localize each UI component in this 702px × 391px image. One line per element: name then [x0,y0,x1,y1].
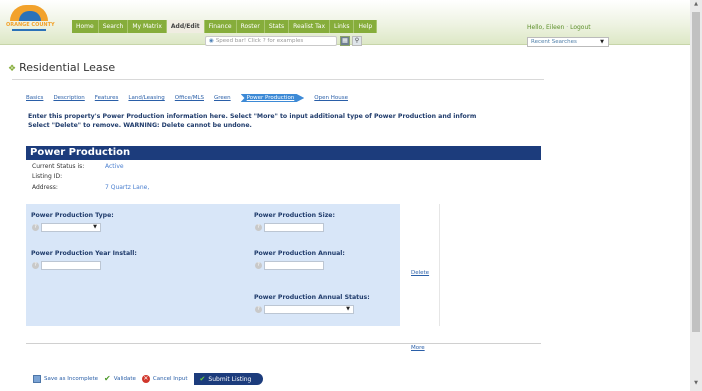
tab-open-house[interactable]: Open House [314,95,348,101]
address-label: Address: [32,184,58,191]
search-icon: ◉ [209,38,214,44]
divider [12,79,544,80]
cancel-input-label: Cancel Input [152,376,188,382]
magnifier-icon[interactable]: ⚲ [352,36,362,46]
logo[interactable]: ORANGE COUNTY [6,5,66,35]
help-icon[interactable]: ? [255,262,262,269]
submit-listing-label: Submit Listing [208,375,252,383]
recent-searches-label: Recent Searches [531,39,577,45]
step-tabs: Basics Description Features Land/Leasing Off… [26,93,358,103]
recent-searches-dropdown[interactable]: Recent Searches ▼ [527,37,609,47]
delete-link[interactable]: Delete [411,270,429,276]
nav-item-home[interactable]: Home [72,20,99,33]
address-value: 7 Quartz Lane, [105,184,150,191]
scrollbar-thumb[interactable] [692,12,700,332]
page-title: ❖ Residential Lease [8,61,115,74]
save-incomplete-button[interactable]: Save as Incomplete [33,375,98,383]
tab-features[interactable]: Features [95,95,119,101]
scroll-up-icon[interactable]: ▲ [690,1,702,11]
save-icon [33,375,41,383]
chevron-down-icon: ▼ [600,39,604,45]
chevron-down-icon: ▼ [346,306,350,312]
help-icon[interactable]: ? [32,224,39,231]
instructions-line-1: Enter this property's Power Production i… [28,113,477,120]
current-status-value: Active [105,163,124,170]
divider [26,343,541,344]
speed-bar-input[interactable]: ◉ Speed bar! Click ? for examples [205,36,337,46]
logo-text: ORANGE COUNTY [6,22,55,28]
save-incomplete-label: Save as Incomplete [44,376,99,382]
logout-link[interactable]: Logout [570,24,591,31]
listing-id-row: Listing ID: [32,173,62,180]
help-icon[interactable]: ? [32,262,39,269]
current-status-label: Current Status is: [32,163,85,170]
section-title: Power Production [26,146,541,160]
tab-green[interactable]: Green [214,95,231,101]
main-nav: Home Search My Matrix Add/Edit Finance Roster… [72,20,378,33]
scroll-down-icon[interactable]: ▼ [690,380,702,390]
nav-item-links[interactable]: Links [330,20,355,33]
nav-item-search[interactable]: Search [98,20,129,33]
check-icon: ✔ [199,375,206,383]
power-production-year-input[interactable] [41,261,101,270]
annual-status-label: Power Production Annual Status: [254,294,370,301]
tab-description[interactable]: Description [53,95,84,101]
power-production-type-select[interactable]: ▼ [41,223,101,232]
nav-item-my-matrix[interactable]: My Matrix [128,20,167,33]
help-icon[interactable]: ? [255,306,262,313]
cancel-input-button[interactable]: ✕ Cancel Input [141,375,188,383]
address-row: Address: 7 Quartz Lane, [32,184,149,191]
user-greeting: Hello, Eileen · Logout [527,24,591,31]
size-label: Power Production Size: [254,212,335,219]
page-title-text: Residential Lease [19,61,116,74]
nav-item-help[interactable]: Help [354,20,378,33]
nav-item-realist-tax[interactable]: Realist Tax [289,20,331,33]
diamond-icon: ❖ [8,64,17,74]
tab-power-production[interactable]: Power Production [240,94,305,102]
submit-listing-button[interactable]: ✔ Submit Listing [193,373,264,385]
year-install-label: Power Production Year Install: [31,250,137,257]
instructions: Enter this property's Power Production i… [28,112,548,130]
more-link[interactable]: More [411,345,425,351]
vertical-scrollbar[interactable]: ▲ ▼ [690,0,702,391]
nav-item-add-edit[interactable]: Add/Edit [166,20,205,33]
instructions-line-2: Select "Delete" to remove. WARNING: Dele… [28,122,252,129]
annual-label: Power Production Annual: [254,250,345,257]
help-icon[interactable]: ? [255,224,262,231]
logo-underline [12,29,46,31]
validate-label: Validate [113,376,136,382]
current-status-row: Current Status is: Active [32,163,124,170]
speed-bar-placeholder: Speed bar! Click ? for examples [215,38,304,44]
power-production-annual-status-select[interactable]: ▼ [264,305,354,314]
keyboard-icon[interactable]: ▦ [340,36,350,46]
top-header: ORANGE COUNTY Home Search My Matrix Add/Edi… [0,0,690,47]
tab-office-mls[interactable]: Office/MLS [175,95,204,101]
greeting-text: Hello, Eileen [527,24,565,31]
power-production-form: Power Production Type: ? ▼ Power Product… [26,204,400,326]
nav-item-stats[interactable]: Stats [264,20,290,33]
checkmark-icon: ✔ [104,374,111,383]
tab-land-leasing[interactable]: Land/Leasing [128,95,164,101]
type-label: Power Production Type: [31,212,114,219]
chevron-down-icon: ▼ [93,224,97,230]
listing-id-label: Listing ID: [32,173,63,180]
tab-basics[interactable]: Basics [26,95,43,101]
nav-item-roster[interactable]: Roster [236,20,265,33]
cancel-icon: ✕ [141,375,150,383]
validate-button[interactable]: ✔ Validate [104,375,136,383]
row-actions [400,204,440,326]
power-production-annual-input[interactable] [264,261,324,270]
power-production-size-input[interactable] [264,223,324,232]
action-bar: Save as Incomplete ✔ Validate ✕ Cancel I… [33,373,264,385]
nav-item-finance[interactable]: Finance [204,20,237,33]
